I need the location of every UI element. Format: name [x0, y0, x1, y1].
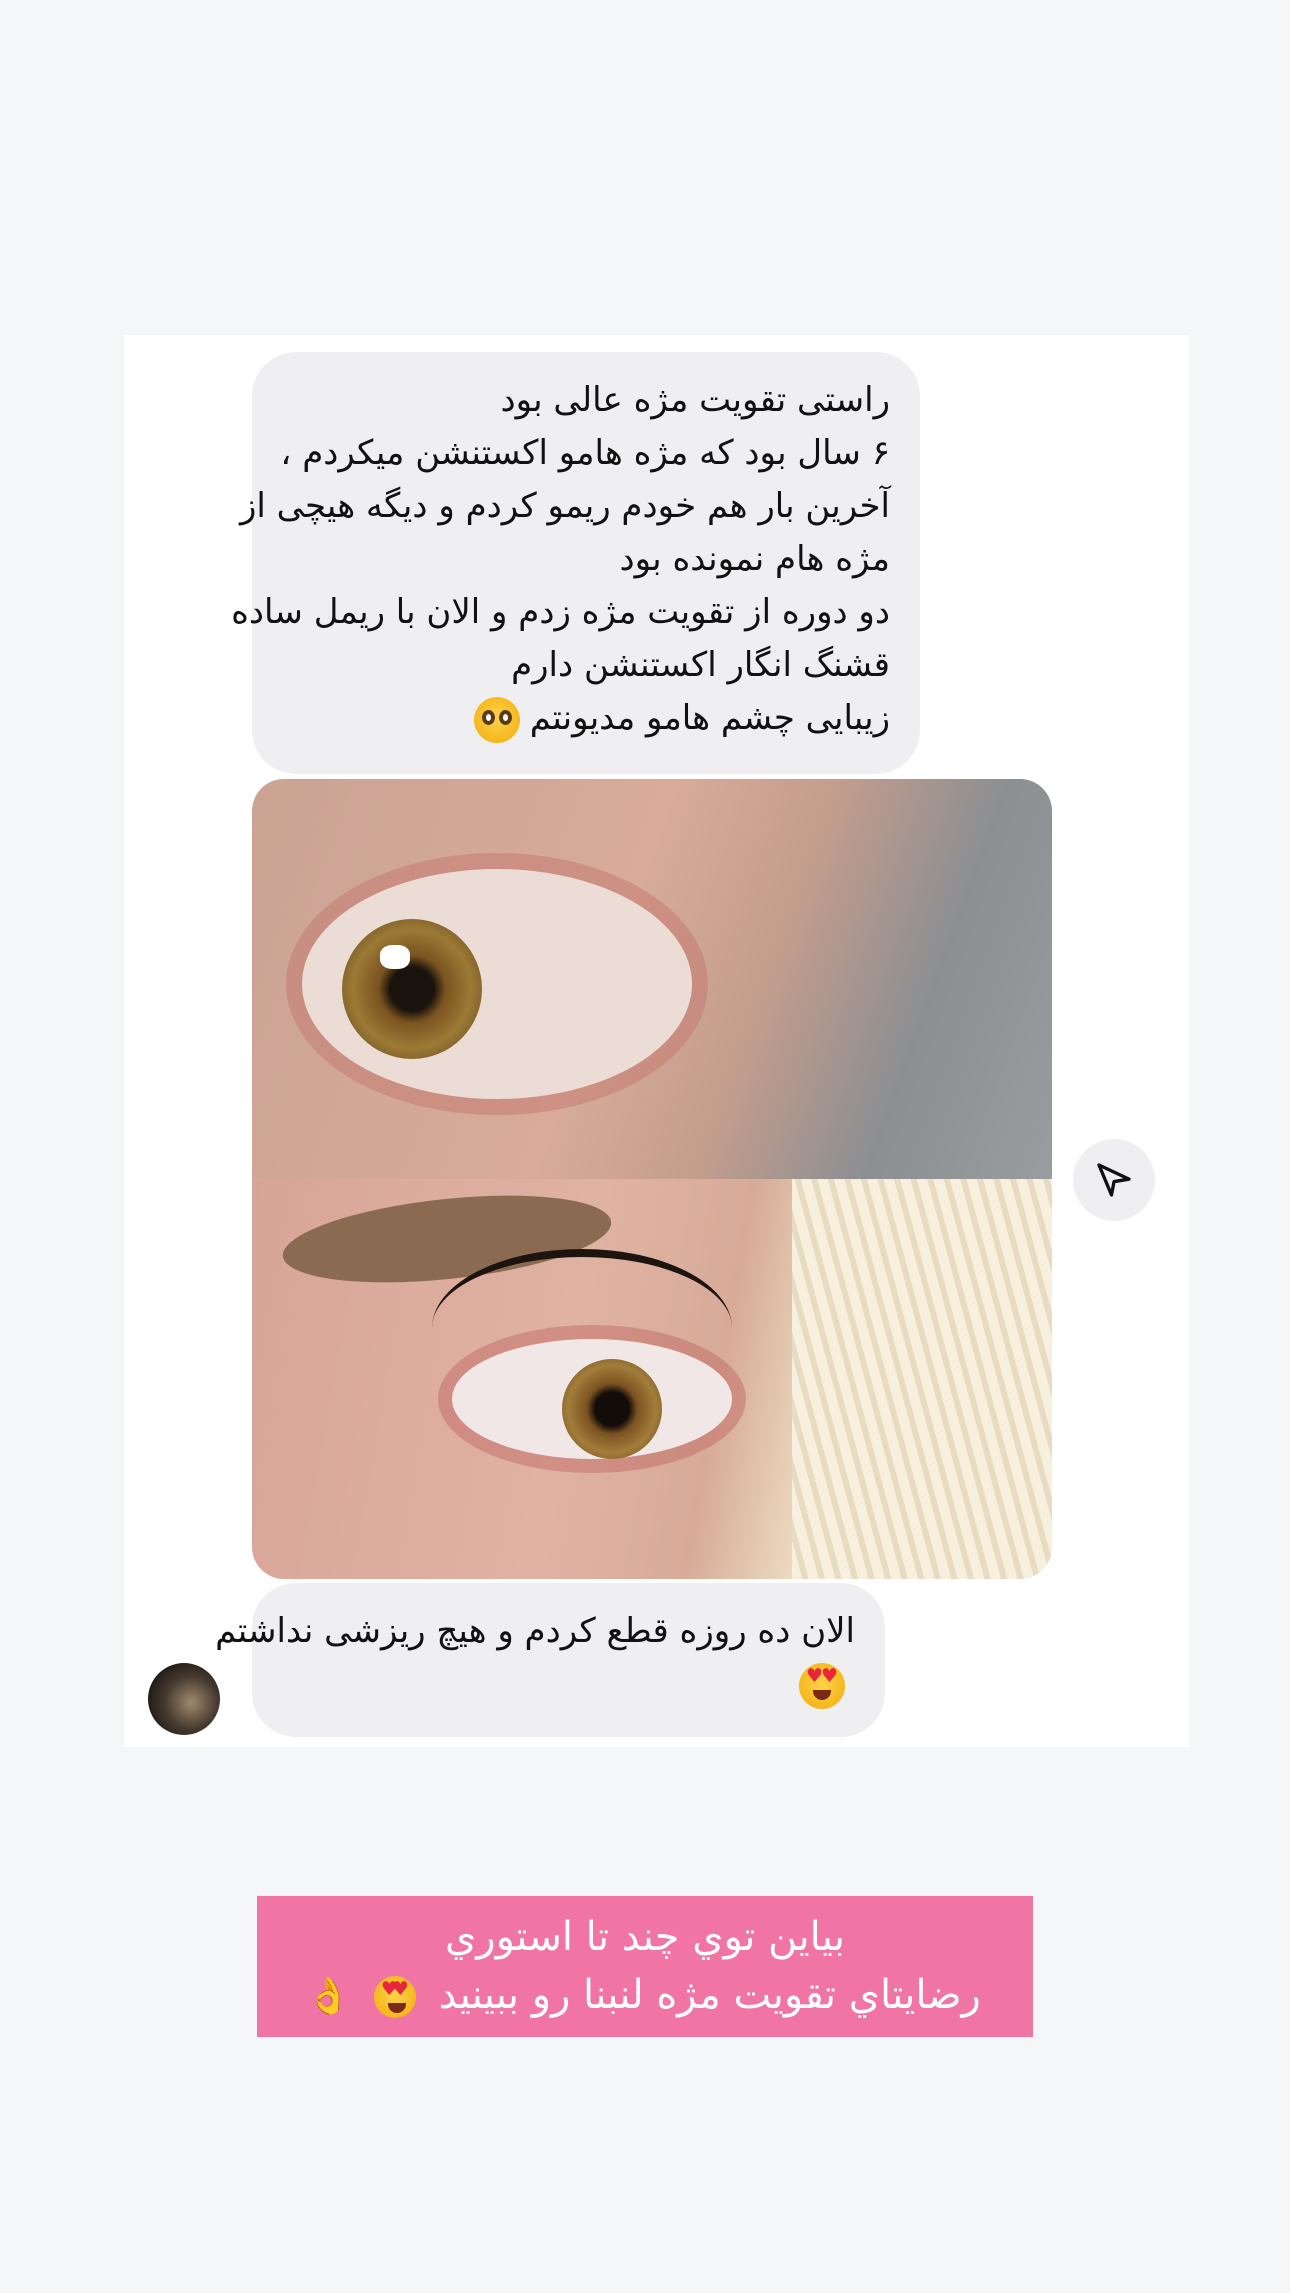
share-button[interactable] [1073, 1139, 1155, 1221]
hair-shape [792, 1179, 1052, 1579]
paper-plane-icon [1097, 1163, 1131, 1197]
message-line-with-emoji: زیبایی چشم هامو مدیونتم [282, 692, 890, 745]
message-line: راستی تقویت مژه عالی بود [500, 380, 890, 420]
avatar[interactable] [148, 1663, 220, 1735]
pleading-face-emoji-icon [473, 696, 520, 743]
caption-line: بیاین توي چند تا استوري [444, 1914, 846, 1960]
caption-line: رضایتاي تقویت مژه لنبنا رو ببینید [438, 1972, 981, 2018]
message-line: زیبایی چشم هامو مدیونتم [529, 698, 890, 738]
before-after-photo[interactable] [252, 779, 1052, 1579]
story-caption: بیاین توي چند تا استوري رضایتاي تقویت مژ… [257, 1896, 1033, 2037]
ok-hand-emoji-icon: 👌 [306, 1976, 352, 2017]
message-line: ۶ سال بود که مژه هامو اکستنشن میکردم ، [280, 433, 890, 473]
chat-screenshot-card: راستی تقویت مژه عالی بود ۶ سال بود که مژ… [124, 335, 1189, 1747]
after-eye-photo [252, 1179, 1052, 1579]
message-bubble-incoming[interactable]: الان ده روزه قطع کردم و هیچ ریزشی نداشتم [215, 1583, 885, 1737]
eye-glint [380, 945, 410, 969]
message-line: الان ده روزه قطع کردم و هیچ ریزشی نداشتم [215, 1611, 855, 1651]
iris-shape [562, 1359, 662, 1459]
heart-eyes-emoji-icon [799, 1662, 845, 1709]
message-line: آخرین بار هم خودم ریمو کردم و دیگه هیچی … [239, 486, 890, 526]
caption-line-with-emoji: رضایتاي تقویت مژه لنبنا رو ببینید 👌 [257, 1966, 1033, 2024]
message-line: دو دوره از تقویت مژه زدم و الان با ریمل … [231, 592, 890, 632]
before-eye-photo [252, 779, 1052, 1179]
heart-eyes-emoji-icon [373, 1976, 416, 2018]
message-bubble-incoming[interactable]: راستی تقویت مژه عالی بود ۶ سال بود که مژ… [231, 352, 920, 774]
message-line: قشنگ انگار اکستنشن دارم [511, 645, 890, 685]
emoji-line [282, 1658, 855, 1711]
message-line: مژه هام نمونده بود [619, 539, 890, 579]
iris-shape [342, 919, 482, 1059]
